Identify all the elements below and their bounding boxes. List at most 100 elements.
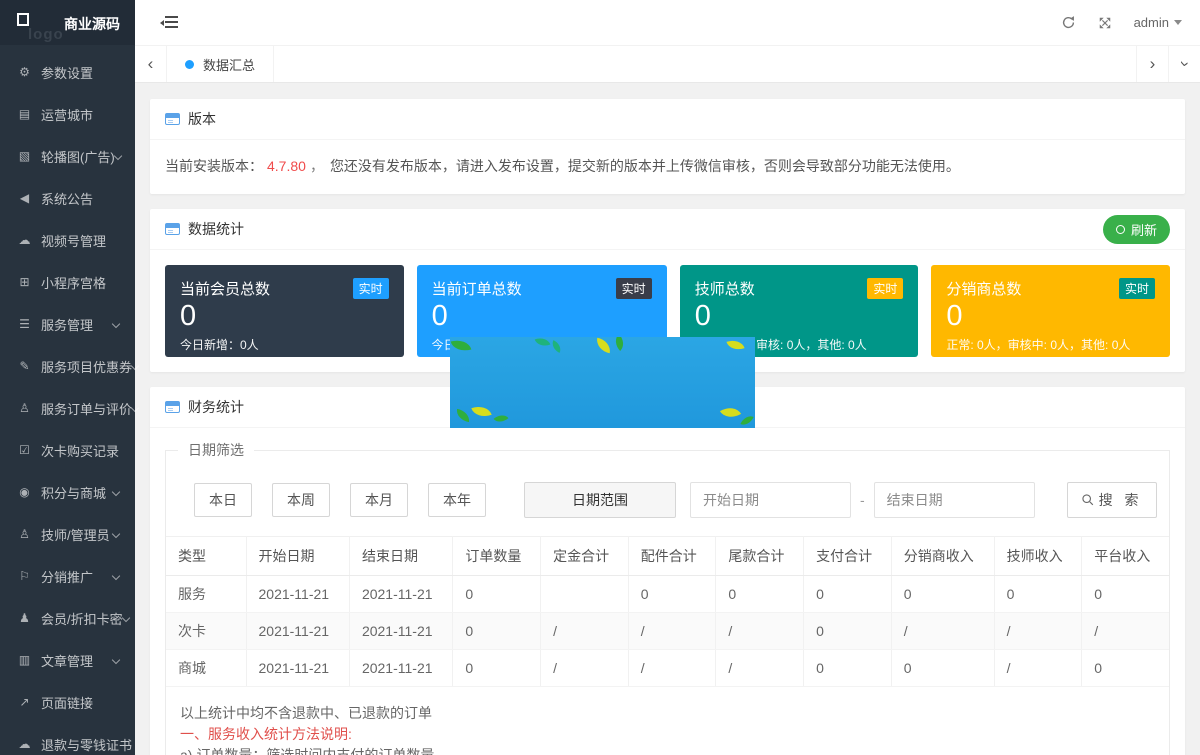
sidebar-item-14[interactable]: ♟ 会员/折扣卡密 bbox=[0, 597, 135, 639]
sidebar-item-label: 运营城市 bbox=[41, 105, 93, 124]
statistics-notes: 以上统计中均不含退款中、已退款的订单一、服务收入统计方法说明:a) 订单数量：筛… bbox=[180, 703, 1155, 755]
table-cell: / bbox=[994, 613, 1082, 650]
table-cell: / bbox=[541, 613, 629, 650]
panel-card-icon bbox=[165, 401, 180, 413]
table-cell: 0 bbox=[804, 613, 892, 650]
panel-title: 数据统计 bbox=[188, 219, 244, 239]
leaf-decoration bbox=[595, 338, 612, 353]
sidebar-item-2[interactable]: ▤ 运营城市 bbox=[0, 93, 135, 135]
sidebar-item-15[interactable]: ▥文章管理 bbox=[0, 639, 135, 681]
collapse-menu-icon[interactable] bbox=[160, 16, 178, 29]
quick-date-button-3[interactable]: 本月 bbox=[350, 483, 408, 517]
panel-card-icon bbox=[165, 113, 180, 125]
sidebar-item-label: 页面链接 bbox=[41, 693, 93, 712]
search-button[interactable]: 搜 索 bbox=[1067, 482, 1157, 518]
version-message: 当前安装版本：4.7.80，您还没有发布版本，请进入发布设置，提交新的版本并上传… bbox=[150, 140, 1185, 194]
article-icon: ▥ bbox=[17, 653, 32, 667]
tab-label: 数据汇总 bbox=[203, 55, 255, 74]
page-link-icon: ↗ bbox=[17, 695, 32, 709]
sidebar-item-8[interactable]: ✎ 服务项目优惠券 bbox=[0, 345, 135, 387]
table-cell: / bbox=[628, 650, 716, 687]
note-line: 以上统计中均不含退款中、已退款的订单 bbox=[180, 703, 1155, 724]
date-filter-fieldset: 日期筛选 本日本周本月本年 日期范围 - 搜 索 bbox=[165, 440, 1170, 755]
quick-date-button-4[interactable]: 本年 bbox=[428, 483, 486, 517]
date-separator: - bbox=[860, 492, 865, 508]
fieldset-legend: 日期筛选 bbox=[178, 440, 254, 460]
refresh-button[interactable]: 刷新 bbox=[1103, 215, 1170, 244]
refresh-icon[interactable] bbox=[1061, 15, 1076, 30]
table-row: 次卡2021-11-212021-11-210///0/// bbox=[166, 613, 1169, 650]
user-menu[interactable]: admin bbox=[1134, 15, 1182, 30]
fullscreen-icon[interactable] bbox=[1098, 16, 1112, 30]
app-window: logo 商业源码 ⚙参数设置▤运营城市▧轮播图(广告)◀系统公告☁视频号管理⊞… bbox=[0, 0, 1200, 755]
app-title: 商业源码 bbox=[64, 14, 120, 34]
member-icon: ♟ bbox=[17, 611, 32, 625]
tab-data-summary[interactable]: 数据汇总 bbox=[167, 46, 274, 82]
tabs-scroll-left-icon[interactable]: ‹ bbox=[135, 46, 167, 82]
table-cell: 0 bbox=[716, 576, 804, 613]
sidebar-item-10[interactable]: ☑次卡购买记录 bbox=[0, 429, 135, 471]
sidebar-item-6[interactable]: ⊞小程序宫格 bbox=[0, 261, 135, 303]
sidebar-item-label: 系统公告 bbox=[41, 189, 93, 208]
table-row: 商城2021-11-212021-11-210///00/0 bbox=[166, 650, 1169, 687]
sidebar-item-3[interactable]: ▧轮播图(广告) bbox=[0, 135, 135, 177]
sidebar-item-7[interactable]: ☰服务管理 bbox=[0, 303, 135, 345]
username: admin bbox=[1134, 15, 1169, 30]
quick-date-button-1[interactable]: 本日 bbox=[194, 483, 252, 517]
panel-title: 财务统计 bbox=[188, 397, 244, 417]
realtime-badge: 实时 bbox=[1119, 278, 1155, 299]
sidebar-item-12[interactable]: ♙技师/管理员 bbox=[0, 513, 135, 555]
chevron-down-icon bbox=[1174, 20, 1182, 25]
stat-card-value: 0 bbox=[695, 301, 904, 333]
column-header: 分销商收入 bbox=[891, 537, 994, 576]
version-prefix: 当前安装版本： bbox=[165, 158, 263, 174]
chevron-down-icon bbox=[121, 614, 129, 622]
refresh-ring-icon bbox=[1116, 225, 1125, 234]
table-cell: 2021-11-21 bbox=[246, 576, 349, 613]
sidebar-item-11[interactable]: ◉积分与商城 bbox=[0, 471, 135, 513]
sidebar-item-label: 服务项目优惠券 bbox=[41, 357, 132, 376]
table-cell: 0 bbox=[891, 650, 994, 687]
grid-icon: ⊞ bbox=[17, 275, 32, 289]
sidebar-item-16[interactable]: ↗ 页面链接 bbox=[0, 681, 135, 723]
search-icon bbox=[1081, 493, 1095, 507]
gear-icon: ⚙ bbox=[17, 65, 32, 79]
column-header: 平台收入 bbox=[1082, 537, 1169, 576]
sidebar-item-17[interactable]: ☁退款与零钱证书 bbox=[0, 723, 135, 755]
stat-card-value: 0 bbox=[180, 301, 389, 333]
end-date-input[interactable] bbox=[874, 482, 1035, 518]
table-cell: / bbox=[891, 613, 994, 650]
date-filter-row: 本日本周本月本年 日期范围 - 搜 索 bbox=[194, 482, 1169, 518]
sidebar-item-4[interactable]: ◀系统公告 bbox=[0, 177, 135, 219]
table-cell bbox=[541, 576, 629, 613]
quick-date-button-2[interactable]: 本周 bbox=[272, 483, 330, 517]
tabs-menu-icon[interactable]: › bbox=[1168, 46, 1200, 82]
finance-panel: 财务统计 日期筛选 本日本周本月本年 日期范围 - bbox=[150, 387, 1185, 755]
logo-watermark: logo bbox=[28, 26, 64, 43]
sidebar-item-5[interactable]: ☁视频号管理 bbox=[0, 219, 135, 261]
city-icon: ▤ bbox=[17, 107, 32, 121]
table-cell: 0 bbox=[1082, 576, 1169, 613]
coupon-icon: ✎ bbox=[17, 359, 32, 373]
chevron-down-icon bbox=[112, 530, 120, 538]
date-range-button[interactable]: 日期范围 bbox=[524, 482, 676, 518]
stat-card-1: 当前会员总数实时0今日新增：0人 bbox=[165, 265, 404, 357]
logo-square-icon bbox=[17, 13, 29, 26]
table-row: 服务2021-11-212021-11-210000000 bbox=[166, 576, 1169, 613]
realtime-badge: 实时 bbox=[867, 278, 903, 299]
table-cell: 2021-11-21 bbox=[349, 650, 452, 687]
sidebar-item-1[interactable]: ⚙ 参数设置 bbox=[0, 51, 135, 93]
sidebar-item-9[interactable]: ♙服务订单与评价 bbox=[0, 387, 135, 429]
start-date-input[interactable] bbox=[690, 482, 851, 518]
sidebar-item-label: 参数设置 bbox=[41, 63, 93, 82]
promo-image[interactable] bbox=[450, 337, 755, 428]
column-header: 尾款合计 bbox=[716, 537, 804, 576]
refund-icon: ☁ bbox=[17, 737, 32, 751]
version-panel: 版本 当前安装版本：4.7.80，您还没有发布版本，请进入发布设置，提交新的版本… bbox=[150, 99, 1185, 194]
sidebar-item-13[interactable]: ⚐分销推广 bbox=[0, 555, 135, 597]
sidebar-item-label: 会员/折扣卡密 bbox=[41, 609, 123, 628]
tabs-scroll-right-icon[interactable]: › bbox=[1136, 46, 1168, 82]
column-header: 订单数量 bbox=[453, 537, 541, 576]
table-cell: 2021-11-21 bbox=[246, 650, 349, 687]
table-cell: 0 bbox=[453, 613, 541, 650]
